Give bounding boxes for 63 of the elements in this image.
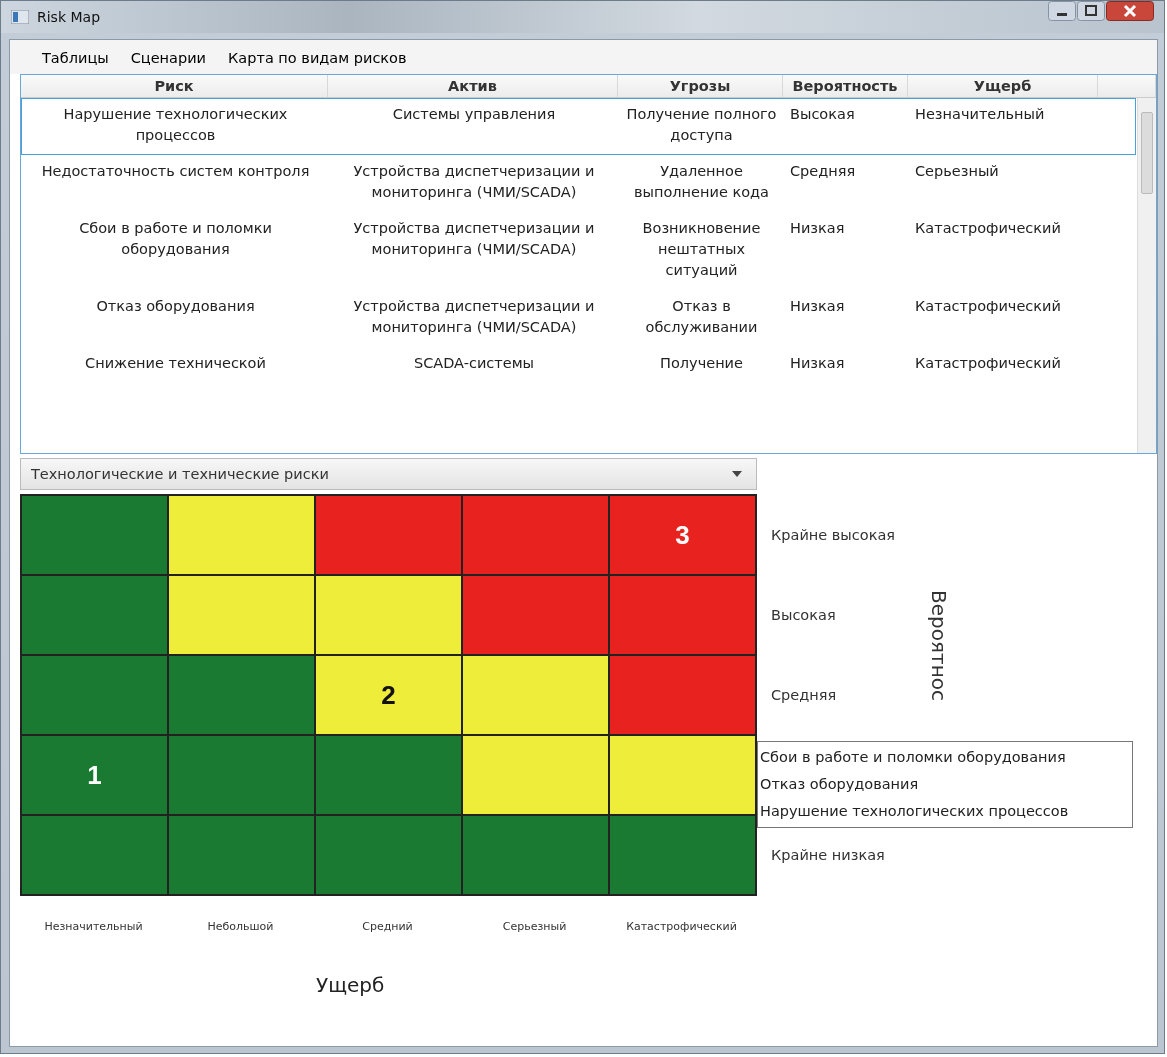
table-row[interactable]: Нарушение технологических процессов Системы управления Получение полного доступа Высокая Незначительный xyxy=(21,98,1136,155)
table-cell-text: Недостаточность систем контроля xyxy=(40,162,311,181)
axis-title: Вероятнос xyxy=(927,590,951,701)
table-cell-text: Незначительный xyxy=(914,105,1046,124)
scrollbar[interactable] xyxy=(1137,98,1156,453)
caret-icon xyxy=(732,471,742,477)
table-row[interactable]: Сбои в работе и поломки оборудования Устройства диспетчеризации и мониторинга (ЧМИ/SCADA) Возникновение нештатных ситуаций Низкая Катастрофический xyxy=(21,212,1136,290)
column-header[interactable]: Угрозы xyxy=(618,75,783,97)
damage-label: Незначительный xyxy=(43,920,144,933)
table-cell-text: Удаленное выполнение кода xyxy=(633,162,770,202)
table-cell-text: Устройства диспетчеризации и мониторинга (ЧМИ/SCADA) xyxy=(352,162,596,202)
axis-title: Ущерб xyxy=(316,973,385,997)
table-cell-text: SCADA-системы xyxy=(412,354,536,373)
damage-label: Катастрофический xyxy=(625,920,738,933)
probability-label: Крайне высокая xyxy=(771,527,896,543)
table-cell-text: Высокая xyxy=(789,105,856,124)
menu-item[interactable]: Таблицы xyxy=(42,50,109,66)
table-row[interactable]: Снижение технической SCADA-системы Получение Низкая Катастрофический xyxy=(21,347,1136,383)
table-cell-text: Серьезный xyxy=(914,162,1000,181)
close-icon[interactable] xyxy=(1106,1,1154,21)
category-dropdown[interactable]: Технологические и технические риски xyxy=(20,458,757,490)
column-header[interactable]: Актив xyxy=(328,75,618,97)
menu-item[interactable]: Карта по видам рисков xyxy=(228,50,407,66)
table-cell-text: Системы управления xyxy=(391,105,557,124)
table-cell-text: Нарушение технологических процессов xyxy=(62,105,289,145)
column-header[interactable]: Риск xyxy=(21,75,328,97)
column-header[interactable]: Ущерб xyxy=(908,75,1098,97)
table-cell-text: Устройства диспетчеризации и мониторинга (ЧМИ/SCADA) xyxy=(352,219,596,259)
damage-label: Серьезный xyxy=(501,920,568,933)
table-cell-text: Низкая xyxy=(789,219,846,238)
table-cell-text: Низкая xyxy=(789,297,846,316)
table-cell-text: Возникновение нештатных ситуаций xyxy=(641,219,762,280)
tooltip-line: Отказ оборудования xyxy=(760,775,920,794)
table-cell-text: Снижение технической xyxy=(84,354,267,373)
damage-label: Небольшой xyxy=(206,920,275,933)
table-cell-text: Получение полного доступа xyxy=(625,105,778,145)
probability-label: Крайне низкая xyxy=(771,847,885,863)
table-cell-text: Катастрофический xyxy=(914,297,1062,316)
minimize-icon[interactable] xyxy=(1048,1,1076,21)
table-cell-text: Сбои в работе и поломки оборудования xyxy=(78,219,273,259)
app-icon xyxy=(11,10,29,24)
table-row[interactable]: Недостаточность систем контроля Устройства диспетчеризации и мониторинга (ЧМИ/SCADA) Удаленное выполнение кода Средняя Серьезный xyxy=(21,155,1136,212)
table-cell-text: Устройства диспетчеризации и мониторинга (ЧМИ/SCADA) xyxy=(352,297,596,337)
table-cell-text: Катастрофический xyxy=(914,354,1062,373)
table-cell-text: Получение xyxy=(659,354,744,373)
table-cell-text: Низкая xyxy=(789,354,846,373)
probability-label: Высокая xyxy=(771,607,836,623)
tooltip-line: Сбои в работе и поломки оборудования xyxy=(760,748,1067,767)
table-cell-text: Катастрофический xyxy=(914,219,1062,238)
table-cell-text: Отказ оборудования xyxy=(95,297,256,316)
risk-marker: 2 xyxy=(381,679,396,711)
tooltip-line: Нарушение технологических процессов xyxy=(760,802,1070,821)
column-header[interactable]: Вероятность xyxy=(783,75,908,97)
risk-marker: 1 xyxy=(87,759,102,791)
menu-item[interactable]: Сценарии xyxy=(130,50,207,66)
maximize-icon[interactable] xyxy=(1077,1,1105,21)
table-cell-text: Отказ в обслуживании xyxy=(644,297,759,337)
window-title: Risk Map xyxy=(37,9,100,25)
table-cell-text: Средняя xyxy=(789,162,857,181)
risk-marker: 3 xyxy=(675,519,690,551)
table-row[interactable]: Отказ оборудования Устройства диспетчеризации и мониторинга (ЧМИ/SCADA) Отказ в обслуживании Низкая Катастрофический xyxy=(21,290,1136,347)
probability-label: Средняя xyxy=(771,687,837,703)
damage-label: Средний xyxy=(361,920,414,933)
